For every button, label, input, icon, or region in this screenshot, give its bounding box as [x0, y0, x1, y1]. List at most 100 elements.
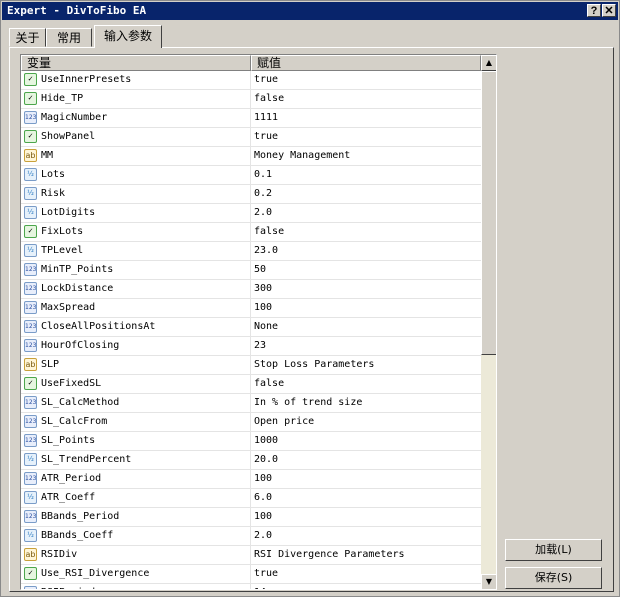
parameter-value[interactable]: 14	[254, 584, 266, 589]
parameter-row[interactable]: 123 LockDistance 300	[21, 280, 481, 299]
parameter-value[interactable]: 1000	[254, 432, 278, 450]
load-button[interactable]: 加载(L)	[505, 539, 602, 561]
parameter-value[interactable]: 20.0	[254, 451, 278, 469]
parameter-row[interactable]: 123 MagicNumber 1111	[21, 109, 481, 128]
parameter-value[interactable]: 100	[254, 299, 272, 317]
double-param-icon: ½	[24, 206, 37, 219]
vertical-scrollbar[interactable]: ▲ ▼	[481, 55, 496, 589]
parameter-name-cell: ✓ Use_RSI_Divergence	[21, 565, 251, 583]
parameter-value[interactable]: false	[254, 90, 284, 108]
parameter-row[interactable]: 123 SL_CalcMethod In % of trend size	[21, 394, 481, 413]
parameter-value[interactable]: 0.1	[254, 166, 272, 184]
int-param-icon: 123	[24, 282, 37, 295]
int-param-icon: 123	[24, 263, 37, 276]
parameter-name: ATR_Period	[41, 473, 102, 484]
parameter-row[interactable]: ab MM Money Management	[21, 147, 481, 166]
title-bar[interactable]: Expert - DivToFibo EA ? ✕	[2, 2, 618, 20]
parameter-value[interactable]: 50	[254, 261, 266, 279]
parameter-row[interactable]: 123 MaxSpread 100	[21, 299, 481, 318]
parameter-value[interactable]: true	[254, 128, 278, 146]
close-button[interactable]: ✕	[602, 4, 616, 17]
parameter-value[interactable]: Stop Loss Parameters	[254, 356, 374, 374]
parameter-name: CloseAllPositionsAt	[41, 321, 156, 332]
parameter-row[interactable]: 123 SL_CalcFrom Open price	[21, 413, 481, 432]
column-header-variable[interactable]: 变量	[21, 55, 251, 71]
parameter-row[interactable]: 123 HourOfClosing 23	[21, 337, 481, 356]
parameter-row[interactable]: ½ BBands_Coeff 2.0	[21, 527, 481, 546]
parameter-row[interactable]: ✓ Use_RSI_Divergence true	[21, 565, 481, 584]
parameter-row[interactable]: ✓ UseInnerPresets true	[21, 71, 481, 90]
parameter-value[interactable]: In % of trend size	[254, 394, 362, 412]
parameter-row[interactable]: ab SLP Stop Loss Parameters	[21, 356, 481, 375]
parameter-row[interactable]: ½ Lots 0.1	[21, 166, 481, 185]
scroll-up-button[interactable]: ▲	[481, 55, 496, 71]
parameter-name-cell: 123 MaxSpread	[21, 299, 251, 317]
double-param-icon: ½	[24, 491, 37, 504]
parameter-name-cell: 123 SL_CalcMethod	[21, 394, 251, 412]
tab-about[interactable]: 关于	[9, 28, 46, 47]
parameter-value[interactable]: Money Management	[254, 147, 350, 165]
parameter-name-cell: ✓ UseInnerPresets	[21, 71, 251, 89]
parameter-row[interactable]: ✓ ShowPanel true	[21, 128, 481, 147]
parameter-value[interactable]: 23	[254, 337, 266, 355]
parameter-name-cell: ½ BBands_Coeff	[21, 527, 251, 545]
parameter-name-cell: 123 SL_CalcFrom	[21, 413, 251, 431]
parameter-value[interactable]: 100	[254, 470, 272, 488]
parameter-value[interactable]: 23.0	[254, 242, 278, 260]
parameter-value[interactable]: 100	[254, 508, 272, 526]
parameter-value[interactable]: false	[254, 375, 284, 393]
parameter-name: RSIDiv	[41, 549, 78, 560]
parameter-name-cell: ✓ ShowPanel	[21, 128, 251, 146]
parameter-value[interactable]: 300	[254, 280, 272, 298]
parameter-value[interactable]: RSI Divergence Parameters	[254, 546, 405, 564]
int-param-icon: 123	[24, 320, 37, 333]
parameter-row[interactable]: ✓ FixLots false	[21, 223, 481, 242]
parameter-name: LotDigits	[41, 207, 96, 218]
parameter-row[interactable]: 123 RSIPeriod 14	[21, 584, 481, 589]
parameter-row[interactable]: ½ ATR_Coeff 6.0	[21, 489, 481, 508]
parameter-row[interactable]: ½ Risk 0.2	[21, 185, 481, 204]
parameter-row[interactable]: ✓ Hide_TP false	[21, 90, 481, 109]
parameter-row[interactable]: 123 SL_Points 1000	[21, 432, 481, 451]
parameter-value[interactable]: None	[254, 318, 278, 336]
parameter-row[interactable]: ✓ UseFixedSL false	[21, 375, 481, 394]
bool-param-icon: ✓	[24, 73, 37, 86]
parameter-value[interactable]: 6.0	[254, 489, 272, 507]
parameter-value[interactable]: true	[254, 565, 278, 583]
parameter-name: MinTP_Points	[41, 264, 114, 275]
parameter-value[interactable]: Open price	[254, 413, 314, 431]
int-param-icon: 123	[24, 339, 37, 352]
scroll-down-button[interactable]: ▼	[481, 574, 496, 589]
bool-param-icon: ✓	[24, 225, 37, 238]
parameter-row[interactable]: ½ SL_TrendPercent 20.0	[21, 451, 481, 470]
parameter-row[interactable]: 123 MinTP_Points 50	[21, 261, 481, 280]
parameter-name: FixLots	[41, 226, 84, 237]
parameter-value[interactable]: false	[254, 223, 284, 241]
bool-param-icon: ✓	[24, 130, 37, 143]
parameter-name-cell: ½ ATR_Coeff	[21, 489, 251, 507]
parameter-name-cell: 123 SL_Points	[21, 432, 251, 450]
parameter-name-cell: 123 LockDistance	[21, 280, 251, 298]
parameter-value[interactable]: 1111	[254, 109, 278, 127]
parameter-name: HourOfClosing	[41, 340, 120, 351]
parameter-value[interactable]: true	[254, 71, 278, 89]
parameter-name-cell: ½ LotDigits	[21, 204, 251, 222]
parameter-row[interactable]: 123 CloseAllPositionsAt None	[21, 318, 481, 337]
parameter-row[interactable]: ½ TPLevel 23.0	[21, 242, 481, 261]
column-header-value[interactable]: 赋值	[251, 55, 481, 71]
parameter-row[interactable]: ½ LotDigits 2.0	[21, 204, 481, 223]
tab-inputs[interactable]: 输入参数	[94, 25, 162, 48]
parameter-row[interactable]: ab RSIDiv RSI Divergence Parameters	[21, 546, 481, 565]
parameter-value[interactable]: 0.2	[254, 185, 272, 203]
tab-common[interactable]: 常用	[46, 28, 92, 47]
help-button[interactable]: ?	[587, 4, 601, 17]
scroll-thumb[interactable]	[481, 71, 496, 355]
parameter-name-cell: ½ TPLevel	[21, 242, 251, 260]
parameter-row[interactable]: 123 BBands_Period 100	[21, 508, 481, 527]
bool-param-icon: ✓	[24, 567, 37, 580]
save-button[interactable]: 保存(S)	[505, 567, 602, 589]
parameter-value[interactable]: 2.0	[254, 527, 272, 545]
parameter-value[interactable]: 2.0	[254, 204, 272, 222]
parameter-row[interactable]: 123 ATR_Period 100	[21, 470, 481, 489]
parameter-name-cell: 123 ATR_Period	[21, 470, 251, 488]
